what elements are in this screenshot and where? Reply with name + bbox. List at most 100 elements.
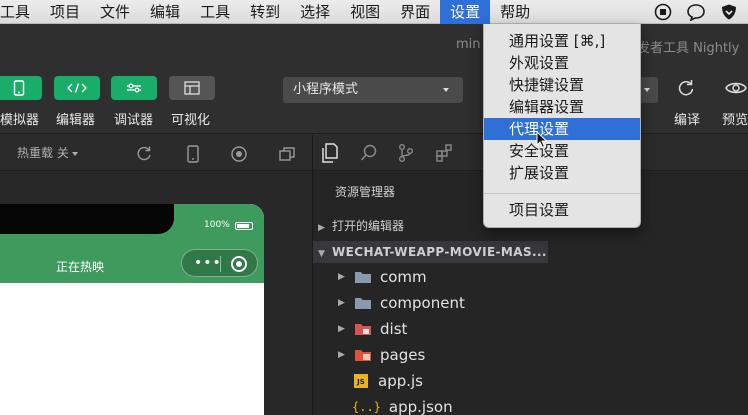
menu-help[interactable]: 帮助 [490, 0, 540, 24]
menu-item-appearance-settings[interactable]: 外观设置 [484, 52, 640, 74]
phone-notch [0, 204, 174, 234]
menu-tools-partial[interactable]: 工具 [0, 0, 40, 24]
menu-goto[interactable]: 转到 [240, 0, 290, 24]
layout-icon [184, 81, 200, 95]
tree-item-label: comm [380, 268, 427, 286]
folder-icon [355, 272, 371, 283]
visual-toggle-button[interactable] [169, 76, 215, 100]
chevron-right-icon: ▶ [338, 350, 345, 360]
shield-icon[interactable] [720, 3, 738, 21]
files-icon[interactable] [321, 143, 339, 163]
mini-program-capsule: ••• [181, 249, 258, 277]
chevron-down-icon [71, 151, 78, 156]
chevron-down-icon [443, 88, 449, 92]
stop-record-icon[interactable] [230, 145, 248, 163]
code-icon [67, 83, 87, 93]
menu-project[interactable]: 项目 [40, 0, 90, 24]
mouse-cursor-icon [536, 131, 548, 149]
json-file-icon: {..} [352, 400, 381, 414]
tree-item-app-js[interactable]: JS app.js [338, 370, 423, 392]
chevron-right-icon: ▶ [338, 298, 345, 308]
simulator-toggle-button[interactable] [0, 76, 42, 100]
more-dots-icon[interactable]: ••• [194, 256, 222, 270]
menu-select[interactable]: 选择 [290, 0, 340, 24]
tree-item-label: component [380, 294, 465, 312]
compile-mode-select[interactable] [640, 77, 658, 103]
copy-window-icon[interactable] [278, 145, 296, 163]
extensions-icon[interactable] [435, 143, 455, 163]
page-title: 正在热映 [56, 260, 105, 274]
project-root[interactable]: ▼ WECHAT-WEAPP-MOVIE-MAS... [318, 245, 547, 259]
search-icon[interactable] [360, 143, 378, 163]
tree-item-label: dist [380, 320, 408, 338]
mode-select-value: 小程序模式 [293, 82, 359, 97]
menu-file[interactable]: 文件 [90, 0, 140, 24]
debugger-toggle-button[interactable] [111, 76, 157, 100]
tree-item-component[interactable]: ▶ component [338, 292, 465, 314]
tree-item-dist[interactable]: ▶ dist [338, 318, 407, 340]
tree-item-app-json[interactable]: {..} app.json [338, 396, 453, 415]
battery-percent: 100% [204, 220, 230, 230]
tree-item-comm[interactable]: ▶ comm [338, 266, 427, 288]
menu-edit[interactable]: 编辑 [140, 0, 190, 24]
settings-dropdown-menu: 通用设置 [⌘,] 外观设置 快捷键设置 编辑器设置 代理设置 安全设置 扩展设… [483, 24, 641, 228]
eye-icon[interactable] [725, 78, 747, 98]
tree-item-label: pages [380, 346, 426, 364]
menu-item-proxy-settings[interactable]: 代理设置 [484, 118, 640, 140]
window-title: min [456, 37, 481, 52]
status-tray [654, 0, 748, 24]
menu-item-shortcut-settings[interactable]: 快捷键设置 [484, 74, 640, 96]
js-file-icon: JS [354, 374, 368, 388]
menu-bar: 工具 项目 文件 编辑 工具 转到 选择 视图 界面 设置 帮助 [0, 0, 748, 24]
debugger-label: 调试器 [114, 113, 154, 128]
tree-item-pages[interactable]: ▶ pages [338, 344, 425, 366]
menu-view[interactable]: 视图 [340, 0, 390, 24]
capsule-divider [220, 256, 221, 272]
chat-bubble-icon[interactable] [686, 3, 706, 21]
window-title-right: 发者工具 Nightly [637, 41, 740, 56]
hot-reload-label: 热重载 关 [17, 146, 69, 160]
menu-item-general-settings[interactable]: 通用设置 [⌘,] [484, 30, 640, 52]
refresh-icon[interactable] [676, 78, 696, 98]
chevron-right-icon: ▶ [338, 272, 345, 282]
folder-icon [355, 298, 371, 309]
menu-tools[interactable]: 工具 [190, 0, 240, 24]
simulator-header: 热重载 关 [0, 135, 312, 171]
editor-toggle-button[interactable] [54, 76, 100, 100]
tree-item-label: app.json [388, 398, 453, 415]
pages-folder-icon [355, 350, 371, 361]
visual-label: 可视化 [171, 113, 211, 128]
dist-folder-icon [355, 324, 371, 335]
open-editors-section[interactable]: ▶ 打开的编辑器 [318, 217, 404, 234]
editor-label: 编辑器 [56, 113, 96, 128]
record-stop-icon[interactable] [654, 3, 672, 21]
menu-item-security-settings[interactable]: 安全设置 [484, 140, 640, 162]
menu-interface[interactable]: 界面 [390, 0, 440, 24]
phone-icon [13, 80, 25, 96]
rotate-icon[interactable] [135, 145, 153, 163]
menu-item-extension-settings[interactable]: 扩展设置 [484, 162, 640, 184]
hot-reload-toggle[interactable]: 热重载 关 [17, 144, 78, 161]
menu-settings[interactable]: 设置 [440, 0, 491, 24]
explorer-title: 资源管理器 [335, 185, 396, 199]
open-editors-label: 打开的编辑器 [332, 219, 405, 233]
project-name: WECHAT-WEAPP-MOVIE-MAS... [332, 245, 547, 259]
source-control-icon[interactable] [398, 143, 414, 163]
phone-nav-bar: 100% 正在热映 ••• [0, 204, 264, 283]
chevron-down-icon [644, 88, 650, 92]
menu-separator [484, 193, 640, 194]
menu-item-editor-settings[interactable]: 编辑器设置 [484, 96, 640, 118]
phone-screen[interactable]: 100% 正在热映 ••• [0, 204, 264, 415]
device-icon[interactable] [186, 145, 200, 163]
chevron-right-icon: ▶ [318, 223, 325, 233]
mode-select[interactable]: 小程序模式 [283, 77, 463, 103]
tree-item-label: app.js [378, 372, 423, 390]
close-target-icon[interactable] [231, 256, 247, 272]
battery-icon [235, 222, 253, 230]
debug-sliders-icon [127, 83, 141, 93]
compile-label[interactable]: 编译 [674, 109, 700, 128]
simulator-label: 模拟器 [0, 113, 40, 128]
menu-item-project-settings[interactable]: 项目设置 [484, 199, 640, 221]
preview-label[interactable]: 预览 [722, 109, 748, 128]
chevron-down-icon: ▼ [318, 249, 325, 259]
